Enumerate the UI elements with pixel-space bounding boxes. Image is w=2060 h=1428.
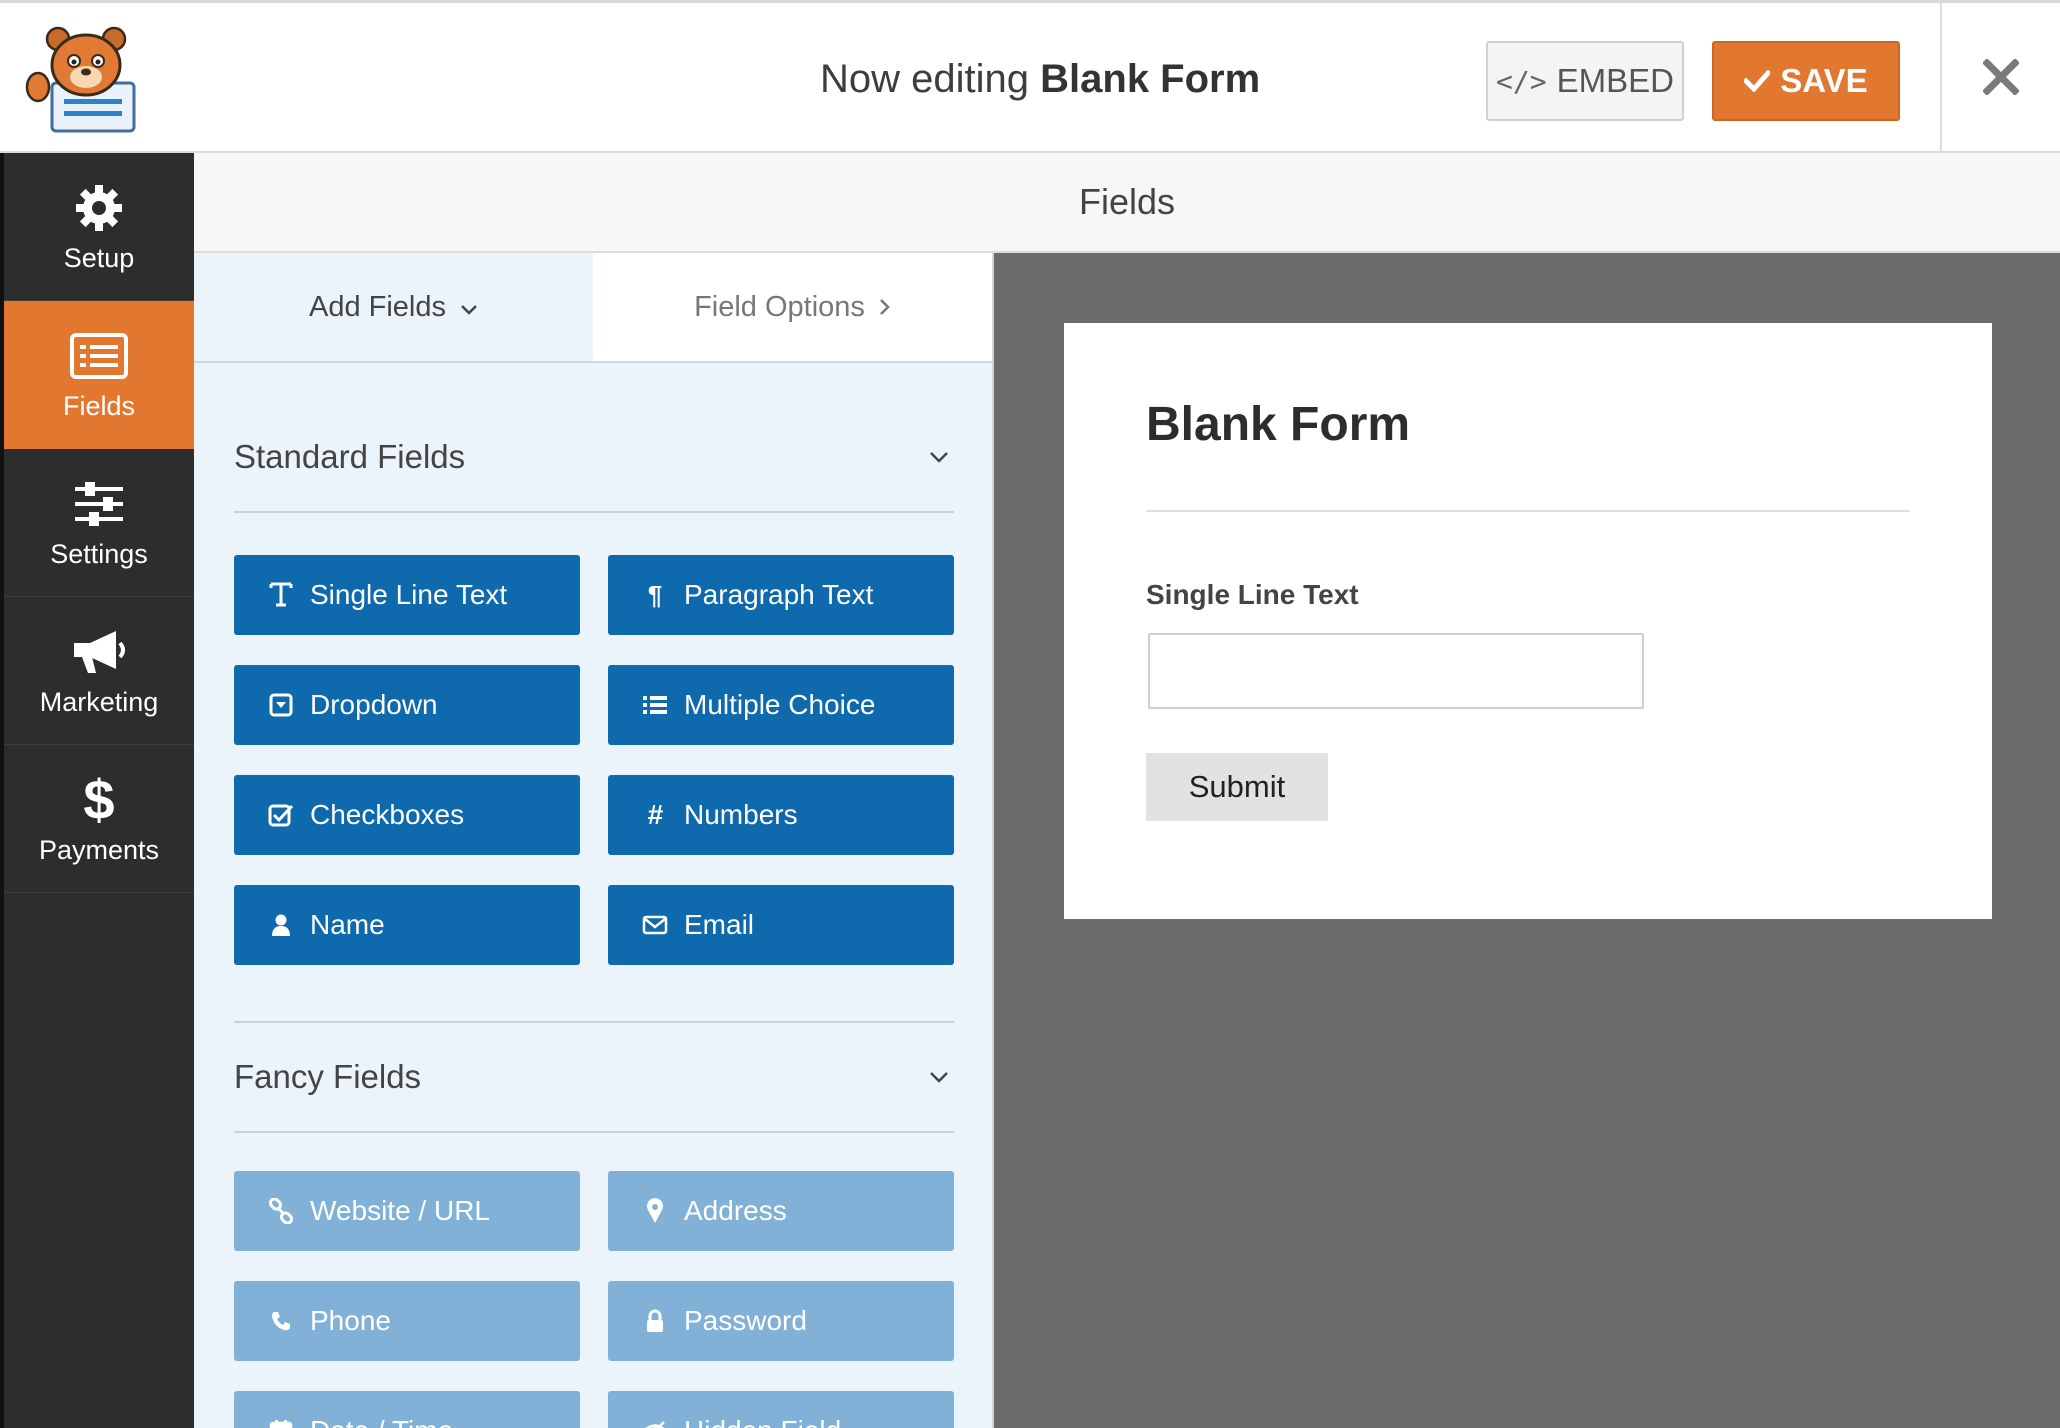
embed-label: EMBED <box>1556 62 1674 99</box>
chevron-right-icon <box>879 291 891 324</box>
sidebar-item-settings[interactable]: Settings <box>4 449 194 597</box>
field-button-label: Numbers <box>684 799 798 830</box>
code-icon: </> <box>1496 64 1547 98</box>
sidebar-item-label: Setup <box>63 243 135 273</box>
sidebar-item-label: Fields <box>62 391 136 421</box>
sidebar-item-marketing[interactable]: Marketing <box>4 597 194 745</box>
field-button-label: Multiple Choice <box>684 689 876 720</box>
add-address-button[interactable]: Address <box>608 1171 954 1251</box>
checkmark-icon <box>1742 62 1772 100</box>
add-numbers-button[interactable]: # Numbers <box>608 775 954 855</box>
close-button[interactable] <box>1940 3 2060 156</box>
sidebar-item-label: Payments <box>38 835 160 865</box>
link-icon <box>268 1197 294 1225</box>
tab-label: Field Options <box>694 290 865 323</box>
dollar-icon: $ <box>83 768 115 831</box>
form-divider <box>1146 510 1910 512</box>
eye-slash-icon <box>642 1417 668 1428</box>
builder-sidebar: Setup Fields Settings Marketing $ Paymen… <box>0 153 194 1428</box>
field-button-label: Hidden Field <box>684 1415 841 1428</box>
fields-list-icon <box>70 327 128 385</box>
field-button-label: Address <box>684 1195 787 1226</box>
field-label: Single Line Text <box>1146 579 1359 610</box>
fields-panel: Add Fields Field Options Standard Fields… <box>194 253 994 1428</box>
field-button-label: Date / Time <box>310 1415 453 1428</box>
add-single-line-text-button[interactable]: Single Line Text <box>234 555 580 635</box>
add-name-button[interactable]: Name <box>234 885 580 965</box>
paragraph-icon: ¶ <box>647 579 663 610</box>
field-button-label: Email <box>684 909 755 940</box>
field-button-label: Phone <box>310 1305 391 1336</box>
tab-field-options[interactable]: Field Options <box>593 253 992 361</box>
form-title: Blank Form <box>1146 398 1411 451</box>
add-date-time-button[interactable]: Date / Time <box>234 1391 580 1428</box>
group-title: Fancy Fields <box>234 1058 422 1095</box>
add-multiple-choice-button[interactable]: Multiple Choice <box>608 665 954 745</box>
field-button-label: Checkboxes <box>310 799 465 830</box>
top-bar: Now editing Blank Form </> EMBED SAVE <box>0 0 2060 156</box>
embed-button[interactable]: </> EMBED <box>1486 41 1684 121</box>
editing-title: Now editing Blank Form <box>820 57 1260 102</box>
sidebar-item-payments[interactable]: $ Payments <box>4 745 194 893</box>
section-title: Fields <box>1078 181 1176 222</box>
phone-icon <box>268 1307 294 1335</box>
list-icon <box>642 691 668 719</box>
map-pin-icon <box>642 1197 668 1225</box>
add-password-button[interactable]: Password <box>608 1281 954 1361</box>
megaphone-icon <box>70 623 128 681</box>
sidebar-item-label: Settings <box>50 539 148 569</box>
sidebar-item-fields[interactable]: Fields <box>4 301 194 449</box>
editing-prefix: Now editing <box>820 57 1030 101</box>
add-checkboxes-button[interactable]: Checkboxes <box>234 775 580 855</box>
hash-icon: # <box>647 799 663 830</box>
field-button-label: Name <box>310 909 385 940</box>
text-icon <box>268 581 294 609</box>
wpforms-bear-logo <box>22 25 140 135</box>
form-preview-card[interactable]: Blank Form Single Line Text Submit <box>1064 323 1992 919</box>
add-dropdown-button[interactable]: Dropdown <box>234 665 580 745</box>
field-button-label: Password <box>684 1305 807 1336</box>
sliders-icon <box>73 475 125 533</box>
calendar-icon <box>268 1417 294 1428</box>
envelope-icon <box>642 911 668 939</box>
gear-icon <box>74 179 124 237</box>
close-icon <box>1982 58 2020 100</box>
lock-icon <box>642 1307 668 1335</box>
checkbox-icon <box>268 801 294 829</box>
add-email-button[interactable]: Email <box>608 885 954 965</box>
chevron-down-icon <box>460 291 478 324</box>
field-button-label: Website / URL <box>310 1195 490 1226</box>
save-button[interactable]: SAVE <box>1712 41 1900 121</box>
add-paragraph-text-button[interactable]: ¶ Paragraph Text <box>608 555 954 635</box>
submit-button[interactable]: Submit <box>1146 753 1328 821</box>
sidebar-item-setup[interactable]: Setup <box>4 153 194 301</box>
group-title: Standard Fields <box>234 438 466 475</box>
field-button-label: Paragraph Text <box>684 579 874 610</box>
submit-label: Submit <box>1188 769 1286 804</box>
standard-fields-header[interactable]: Standard Fields <box>234 403 954 513</box>
editing-form-name: Blank Form <box>1040 57 1261 101</box>
sidebar-item-label: Marketing <box>39 687 159 717</box>
save-label: SAVE <box>1780 62 1868 99</box>
chevron-down-icon <box>924 1062 954 1092</box>
form-preview-area: Blank Form Single Line Text Submit <box>994 253 2060 1428</box>
tab-add-fields[interactable]: Add Fields <box>194 253 593 361</box>
add-phone-button[interactable]: Phone <box>234 1281 580 1361</box>
fancy-fields-header[interactable]: Fancy Fields <box>234 1021 954 1133</box>
section-title-bar: Fields <box>194 153 2060 253</box>
add-website-url-button[interactable]: Website / URL <box>234 1171 580 1251</box>
tab-label: Add Fields <box>308 290 446 323</box>
add-hidden-field-button[interactable]: Hidden Field <box>608 1391 954 1428</box>
field-button-label: Single Line Text <box>310 579 508 610</box>
single-line-text-input[interactable] <box>1148 633 1644 709</box>
chevron-down-icon <box>924 442 954 472</box>
field-button-label: Dropdown <box>310 689 438 720</box>
user-icon <box>268 911 294 939</box>
dropdown-icon <box>268 691 294 719</box>
panel-tabs: Add Fields Field Options <box>194 253 992 363</box>
